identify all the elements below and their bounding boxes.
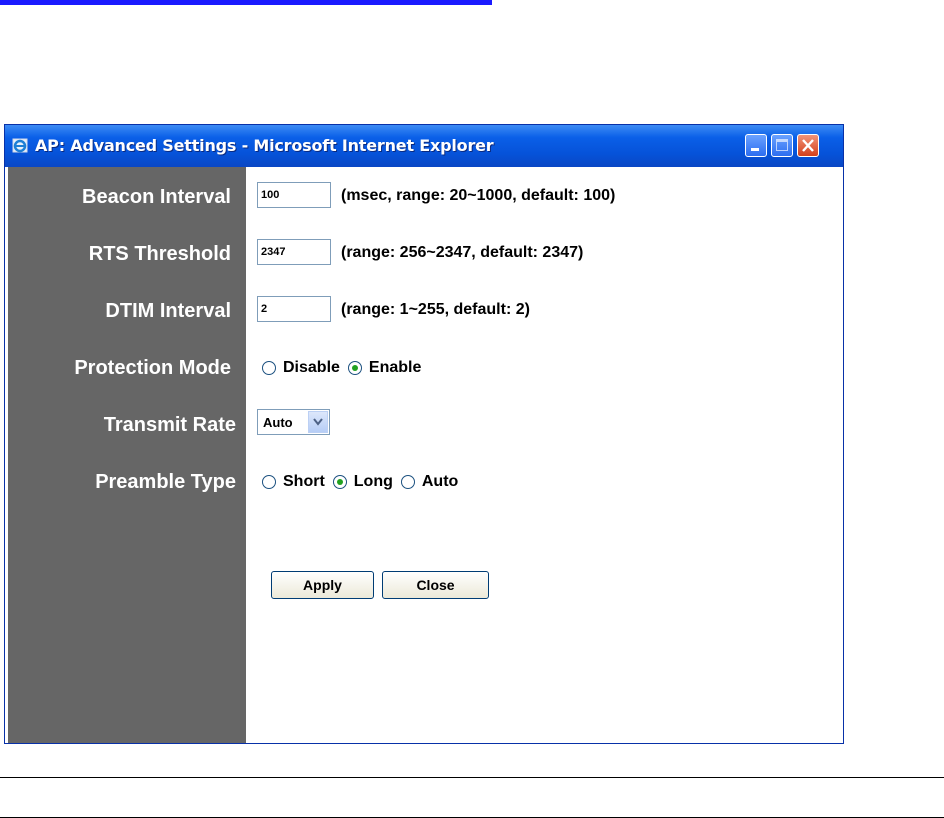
- beacon-interval-hint: (msec, range: 20~1000, default: 100): [341, 187, 616, 204]
- preamble-short-label: Short: [283, 473, 325, 490]
- rts-threshold-hint: (range: 256~2347, default: 2347): [341, 244, 584, 261]
- window-title: AP: Advanced Settings - Microsoft Intern…: [35, 136, 494, 155]
- page-divider-top: [0, 777, 944, 778]
- maximize-button[interactable]: [771, 134, 793, 157]
- dtim-interval-label: DTIM Interval: [105, 300, 231, 322]
- apply-button[interactable]: Apply: [271, 571, 374, 599]
- protection-disable-label: Disable: [283, 359, 340, 376]
- protection-mode-radio-group: Disable Enable: [262, 357, 429, 379]
- preamble-type-label: Preamble Type: [95, 471, 236, 493]
- close-icon: [802, 139, 814, 152]
- protection-disable-option[interactable]: Disable: [262, 359, 340, 377]
- preamble-short-option[interactable]: Short: [262, 473, 325, 491]
- page-content: Beacon Interval RTS Threshold DTIM Inter…: [5, 167, 843, 743]
- top-link-underline: [0, 0, 492, 5]
- dtim-interval-input[interactable]: [257, 296, 331, 322]
- transmit-rate-value: Auto: [263, 415, 293, 430]
- preamble-auto-option[interactable]: Auto: [400, 473, 459, 491]
- label-pane: Beacon Interval RTS Threshold DTIM Inter…: [8, 167, 246, 743]
- minimize-icon: [751, 148, 759, 151]
- internet-explorer-icon: [12, 138, 28, 153]
- ie-window: AP: Advanced Settings - Microsoft Intern…: [4, 124, 844, 744]
- preamble-long-label: Long: [353, 473, 393, 490]
- transmit-rate-select[interactable]: Auto: [257, 409, 330, 435]
- settings-form: (msec, range: 20~1000, default: 100) (ra…: [246, 167, 843, 743]
- preamble-short-radio[interactable]: [262, 475, 276, 489]
- preamble-auto-radio[interactable]: [400, 475, 415, 489]
- beacon-interval-input[interactable]: [257, 182, 331, 208]
- preamble-type-radio-group: Short Long Auto: [262, 471, 466, 493]
- maximize-icon: [776, 139, 788, 151]
- title-bar[interactable]: AP: Advanced Settings - Microsoft Intern…: [5, 125, 843, 167]
- rts-threshold-label: RTS Threshold: [88, 243, 231, 265]
- close-button[interactable]: Close: [382, 571, 489, 599]
- dtim-interval-hint: (range: 1~255, default: 2): [341, 301, 530, 318]
- preamble-auto-label: Auto: [421, 473, 459, 490]
- rts-threshold-input[interactable]: [257, 239, 331, 265]
- protection-disable-radio[interactable]: [262, 361, 276, 375]
- protection-mode-label: Protection Mode: [74, 357, 231, 379]
- protection-enable-label: Enable: [368, 359, 422, 376]
- close-window-button[interactable]: [797, 134, 819, 157]
- protection-enable-radio[interactable]: [347, 361, 362, 375]
- transmit-rate-dropdown-button[interactable]: [308, 411, 328, 433]
- beacon-interval-label: Beacon Interval: [82, 186, 231, 208]
- minimize-button[interactable]: [745, 134, 767, 157]
- protection-enable-option[interactable]: Enable: [347, 359, 422, 377]
- chevron-down-icon: [313, 418, 323, 426]
- preamble-long-option[interactable]: Long: [332, 473, 393, 491]
- transmit-rate-label: Transmit Rate: [103, 414, 236, 436]
- preamble-long-radio[interactable]: [332, 475, 347, 489]
